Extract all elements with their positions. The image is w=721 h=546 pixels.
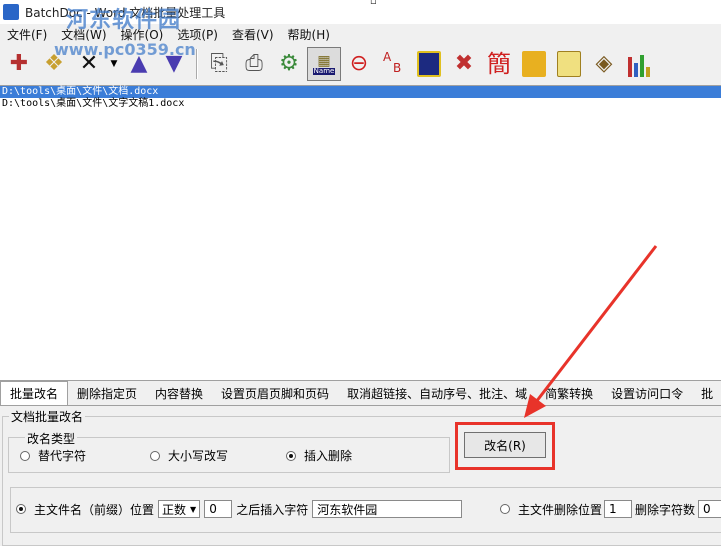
option-replace-chars-label: 替代字符 [38, 449, 87, 463]
menu-file[interactable]: 文件(F) [0, 26, 54, 43]
stats-icon [628, 51, 650, 77]
merge-button[interactable] [552, 47, 586, 81]
tab-remove-links[interactable]: 取消超链接、自动序号、批注、域 [338, 383, 536, 405]
tools-button[interactable]: ⚙ [272, 47, 306, 81]
stats-button[interactable] [622, 47, 656, 81]
simplified-icon: 簡 [487, 50, 511, 78]
tab-simplified-traditional[interactable]: 简繁转换 [536, 383, 602, 405]
position-spinner[interactable]: 0 [204, 500, 233, 518]
clip-icon: ⎘ [210, 51, 228, 76]
app-icon [3, 4, 19, 20]
simplified-button[interactable]: 簡 [482, 47, 516, 81]
option-case-change[interactable]: 大小写改写 [150, 447, 228, 464]
tools-icon: ⚙ [279, 51, 299, 76]
password-button[interactable] [517, 47, 551, 81]
option-replace-chars[interactable]: 替代字符 [20, 447, 86, 464]
print-icon: ⎙ [245, 51, 263, 76]
order-select[interactable]: 正数 ▼ [158, 500, 201, 518]
option-insert-delete-label: 插入删除 [304, 449, 353, 463]
file-list-item[interactable]: D:\tools\桌面\文件\文档.docx [0, 86, 721, 98]
radio-case-change[interactable] [150, 450, 160, 461]
delete-position-label: 主文件删除位置 [518, 502, 603, 517]
print-button[interactable]: ⎙ [237, 47, 271, 81]
add-files-icon: ✚ [9, 51, 29, 76]
tab-header-footer[interactable]: 设置页眉页脚和页码 [212, 383, 338, 405]
radio-delete-position[interactable] [500, 504, 510, 514]
tab-access-password[interactable]: 设置访问口令 [602, 383, 692, 405]
merge-icon [557, 51, 581, 77]
watermark-url: www.pc0359.cn [54, 40, 196, 59]
insert-chars-input[interactable]: 河东软件园 [312, 500, 463, 518]
tab-more[interactable]: 批 [692, 383, 721, 405]
delete-count-input[interactable]: 0 [698, 500, 721, 518]
tab-delete-pages[interactable]: 删除指定页 [68, 383, 146, 405]
rename-icon: ▦ Name [312, 52, 336, 75]
unlink-icon: ✖ [454, 51, 474, 76]
delete-page-icon: ⊖ [349, 51, 369, 76]
add-files-button[interactable]: ✚ [2, 47, 36, 81]
insert-chars-label: 之后插入字符 [236, 502, 309, 517]
batch-rename-group-title: 文档批量改名 [9, 408, 86, 425]
chevron-down-icon: ▼ [190, 504, 197, 514]
file-list[interactable]: D:\tools\桌面\文件\文档.docx D:\tools\桌面\文件\文字… [0, 85, 721, 381]
file-list-item[interactable]: D:\tools\桌面\文件\文字文稿1.docx [0, 98, 721, 110]
radio-insert-delete[interactable] [286, 450, 296, 461]
tab-batch-rename[interactable]: 批量改名 [0, 381, 69, 405]
toolbar-separator [196, 49, 198, 79]
rename-tool-button[interactable]: ▦ Name [307, 47, 341, 81]
unlink-button[interactable]: ✖ [447, 47, 481, 81]
top-glyph: ▫ [370, 0, 377, 7]
settings-icon: ◈ [595, 51, 613, 76]
replace-button[interactable]: A B [377, 47, 411, 81]
replace-icon: A B [383, 50, 402, 75]
prefix-position-label: 主文件名（前缀）位置 [34, 502, 155, 517]
function-tabs: 批量改名 删除指定页 内容替换 设置页眉页脚和页码 取消超链接、自动序号、批注、… [0, 381, 721, 406]
menu-help[interactable]: 帮助(H) [281, 26, 337, 43]
clip-button[interactable]: ⎘ [202, 47, 236, 81]
rename-type-title: 改名类型 [25, 430, 78, 447]
option-insert-delete[interactable]: 插入删除 [286, 447, 352, 464]
rename-highlight-box [455, 422, 555, 470]
header-footer-button[interactable] [412, 47, 446, 81]
menu-view[interactable]: 查看(V) [225, 26, 281, 43]
delete-page-button[interactable]: ⊖ [342, 47, 376, 81]
delete-count-label: 删除字符数 [635, 502, 696, 517]
settings-button[interactable]: ◈ [587, 47, 621, 81]
radio-prefix-position[interactable] [16, 504, 26, 514]
delete-position-input[interactable]: 1 [604, 500, 633, 518]
option-case-change-label: 大小写改写 [168, 449, 229, 463]
dropdown-icon: ▼ [110, 58, 118, 69]
header-footer-icon [417, 51, 441, 77]
password-icon [522, 51, 546, 77]
radio-replace-chars[interactable] [20, 450, 30, 461]
insert-position-row: 主文件名（前缀）位置 正数 ▼ 0 之后插入字符 河东软件园 [16, 500, 463, 518]
delete-position-row: 主文件删除位置 1 删除字符数 0 [500, 500, 721, 518]
watermark-text: 河东软件园 [66, 8, 182, 33]
tab-content-replace[interactable]: 内容替换 [146, 383, 212, 405]
